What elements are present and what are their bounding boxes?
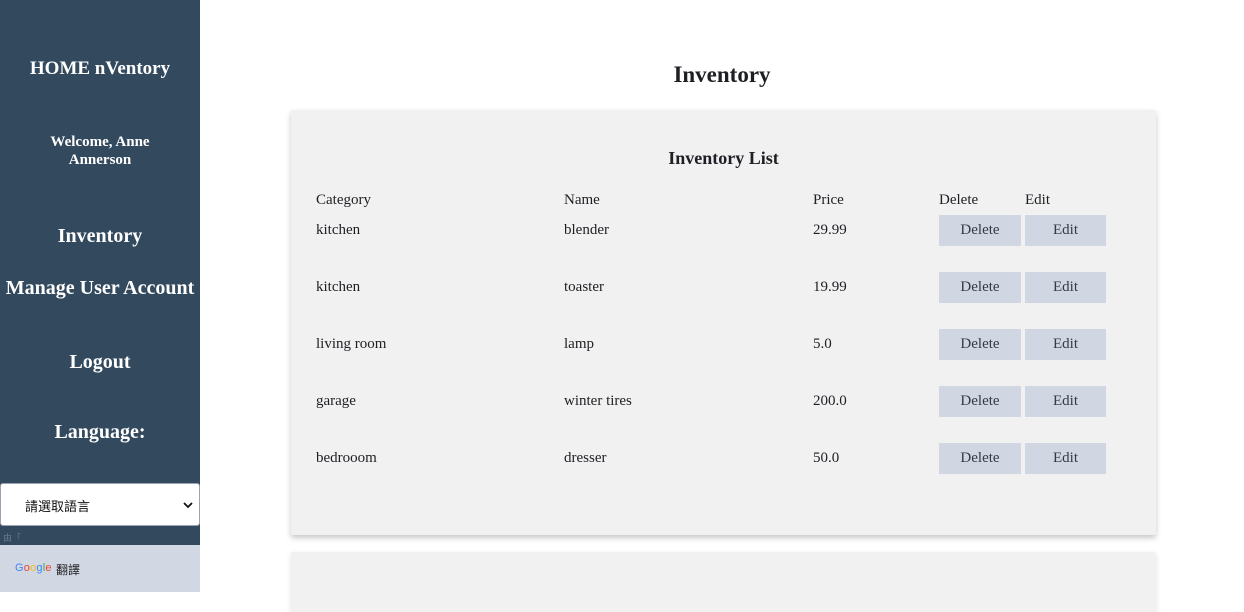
delete-button[interactable]: Delete <box>939 272 1021 303</box>
google-translate-label[interactable]: 翻譯 <box>56 561 80 578</box>
chevron-down-icon <box>183 502 193 509</box>
edit-button[interactable]: Edit <box>1025 386 1106 417</box>
cell-name: winter tires <box>564 393 632 409</box>
cell-category: kitchen <box>316 279 361 295</box>
edit-button[interactable]: Edit <box>1025 215 1106 246</box>
google-logo[interactable]: Google <box>15 562 52 574</box>
cell-price: 5.0 <box>813 336 832 352</box>
column-header-delete: Delete <box>939 192 979 208</box>
cell-name: toaster <box>564 279 604 295</box>
cell-price: 50.0 <box>813 450 840 466</box>
nav-link-manage-account[interactable]: Manage User Account <box>0 277 200 299</box>
delete-button[interactable]: Delete <box>939 443 1021 474</box>
cell-category: kitchen <box>316 222 361 238</box>
powered-by-text: 由「 <box>3 534 22 544</box>
welcome-message: Welcome, Anne Annerson <box>50 134 150 168</box>
language-label: Language: <box>54 421 146 443</box>
page-title: Inventory <box>673 62 771 87</box>
cell-name: lamp <box>564 336 594 352</box>
inventory-card: Inventory List Category Name Price Delet… <box>291 110 1156 535</box>
column-header-edit: Edit <box>1025 192 1050 208</box>
sidebar: HOME nVentory Welcome, Anne Annerson Inv… <box>0 0 200 592</box>
edit-button[interactable]: Edit <box>1025 272 1106 303</box>
secondary-card <box>291 552 1156 612</box>
column-header-name: Name <box>564 192 600 208</box>
google-translate-bar: Google 翻譯 <box>0 545 200 592</box>
nav-link-logout[interactable]: Logout <box>0 351 200 373</box>
cell-category: bedrooom <box>316 450 377 466</box>
table-row: garage winter tires 200.0 Delete Edit <box>291 386 1156 417</box>
cell-name: blender <box>564 222 609 238</box>
cell-price: 200.0 <box>813 393 847 409</box>
nav-link-inventory[interactable]: Inventory <box>0 225 200 247</box>
cell-price: 29.99 <box>813 222 847 238</box>
cell-category: garage <box>316 393 356 409</box>
inventory-list-title: Inventory List <box>668 148 779 168</box>
column-header-price: Price <box>813 192 844 208</box>
column-header-category: Category <box>316 192 371 208</box>
language-select[interactable]: 請選取語言 <box>0 483 200 526</box>
table-row: bedrooom dresser 50.0 Delete Edit <box>291 443 1156 474</box>
delete-button[interactable]: Delete <box>939 329 1021 360</box>
language-select-value: 請選取語言 <box>25 500 91 515</box>
edit-button[interactable]: Edit <box>1025 443 1106 474</box>
brand-title: HOME nVentory <box>29 58 171 79</box>
edit-button[interactable]: Edit <box>1025 329 1106 360</box>
table-row: living room lamp 5.0 Delete Edit <box>291 329 1156 360</box>
delete-button[interactable]: Delete <box>939 386 1021 417</box>
table-row: kitchen toaster 19.99 Delete Edit <box>291 272 1156 303</box>
cell-price: 19.99 <box>813 279 847 295</box>
cell-name: dresser <box>564 450 607 466</box>
delete-button[interactable]: Delete <box>939 215 1021 246</box>
cell-category: living room <box>316 336 387 352</box>
table-row: kitchen blender 29.99 Delete Edit <box>291 215 1156 246</box>
